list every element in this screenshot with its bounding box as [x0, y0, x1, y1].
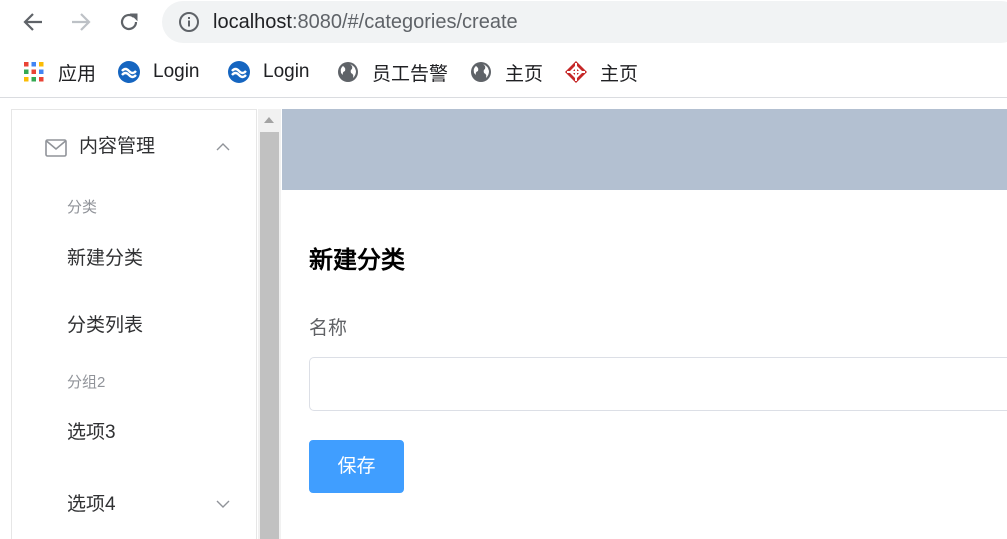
- red-logo-icon: [564, 60, 588, 84]
- back-button[interactable]: [18, 7, 48, 37]
- chevron-down-icon: [216, 500, 230, 508]
- globe-icon: [469, 60, 493, 84]
- bookmark-label: 应用: [58, 63, 97, 85]
- menu-item-new-category[interactable]: 新建分类: [12, 231, 257, 287]
- arrow-left-icon: [23, 13, 42, 31]
- app-container: 内容管理 分类 新建分类 分类列表 分组2 选项3 选项4 新建分类 名称 保存: [0, 98, 1007, 539]
- scrollbar-thumb[interactable]: [260, 132, 279, 539]
- sidebar: 内容管理 分类 新建分类 分类列表 分组2 选项3 选项4: [0, 98, 282, 539]
- arrow-right-icon: [72, 13, 91, 31]
- chevron-up-icon: [216, 143, 230, 151]
- sidebar-scrollbar[interactable]: [258, 109, 281, 539]
- menu-group-title: 分类: [67, 199, 98, 216]
- info-icon[interactable]: [178, 11, 200, 33]
- menu-item-option4-label: 选项4: [67, 494, 116, 515]
- bookmark-home-1[interactable]: 主页: [469, 50, 543, 94]
- bookmark-employee-alert[interactable]: 员工告警: [336, 50, 448, 94]
- bookmark-label: Login: [263, 61, 310, 82]
- scroll-up-arrow-icon[interactable]: [264, 117, 274, 123]
- sidebar-menu: 内容管理 分类 新建分类 分类列表 分组2 选项3 选项4: [11, 109, 257, 539]
- globe-icon: [336, 60, 360, 84]
- bookmarks-bar: 应用 Login Login 员工告警 主页 主页: [0, 50, 1007, 94]
- blue-logo-icon: [117, 60, 141, 84]
- forward-button[interactable]: [66, 7, 96, 37]
- browser-toolbar: localhost:8080/#/categories/create: [0, 0, 1007, 44]
- page-title: 新建分类: [309, 247, 405, 274]
- url-path: :8080/#/categories/create: [291, 11, 518, 33]
- menu-item-option3[interactable]: 选项3: [12, 405, 257, 461]
- reload-button[interactable]: [114, 7, 144, 37]
- bookmark-label: 主页: [600, 63, 639, 85]
- menu-item-category-list[interactable]: 分类列表: [12, 298, 257, 354]
- bookmark-apps[interactable]: 应用: [22, 50, 96, 94]
- save-button[interactable]: 保存: [309, 440, 404, 493]
- menu-item-option4[interactable]: 选项4: [12, 477, 257, 533]
- submenu-content-management[interactable]: 内容管理: [12, 110, 257, 184]
- bookmark-label: 主页: [505, 63, 544, 85]
- message-icon: [45, 139, 67, 157]
- submenu-title-text: 内容管理: [79, 136, 156, 157]
- bookmark-home-2[interactable]: 主页: [564, 50, 638, 94]
- blue-logo-icon: [227, 60, 251, 84]
- bookmark-login-2[interactable]: Login: [227, 50, 310, 94]
- bookmark-label: 员工告警: [372, 63, 449, 85]
- menu-group-title-2: 分组2: [67, 374, 106, 391]
- url-text[interactable]: localhost:8080/#/categories/create: [213, 1, 518, 43]
- bookmark-login-1[interactable]: Login: [117, 50, 200, 94]
- name-field-label: 名称: [309, 318, 348, 339]
- url-host: localhost: [213, 11, 292, 33]
- app-header: [282, 109, 1007, 190]
- name-input[interactable]: [309, 357, 1007, 411]
- bookmark-label: Login: [153, 61, 200, 82]
- main-content: 新建分类 名称 保存: [282, 190, 1007, 539]
- apps-grid-icon: [22, 60, 46, 84]
- address-bar[interactable]: localhost:8080/#/categories/create: [162, 1, 1007, 43]
- reload-icon: [120, 13, 138, 31]
